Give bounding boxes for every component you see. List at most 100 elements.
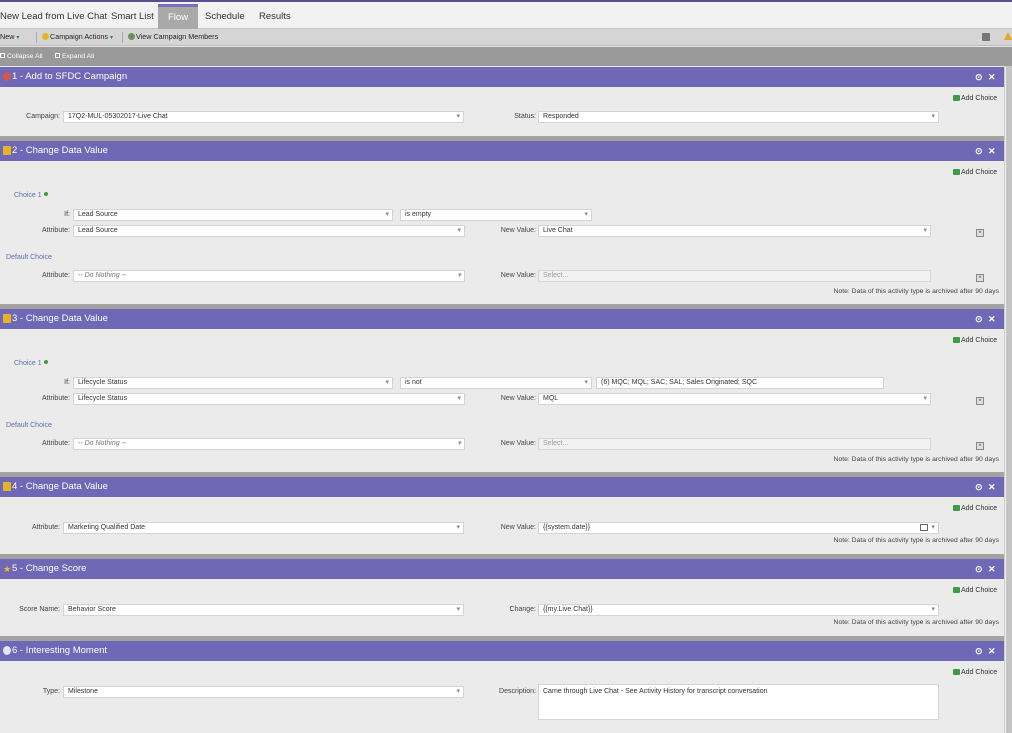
new-button[interactable]: New ▾ [0,29,19,46]
attribute-label: Attribute: [41,440,70,447]
default-choice-label: Default Choice [6,422,52,429]
new-value-label: New Value: [500,227,536,234]
archive-note: Note: Data of this activity type is arch… [833,288,999,295]
step-3-title: 3 - Change Data Value [12,313,108,324]
close-icon[interactable]: ✕ [988,141,996,161]
archive-note: Note: Data of this activity type is arch… [833,619,999,626]
vertical-scrollbar[interactable] [1004,66,1012,733]
default-new-value-input[interactable]: Select... [538,270,931,282]
if-operator-select[interactable]: is empty [400,209,592,221]
step-5-body: Add Choice Score Name: Behavior Score Ch… [0,579,1004,636]
add-choice-button[interactable]: Add Choice [953,169,997,176]
score-name-select[interactable]: Behavior Score [63,604,464,616]
delete-choice-icon[interactable]: × [976,274,984,282]
lightbulb-icon [42,33,49,40]
collapse-all-label: Collapse All [7,53,43,60]
new-value-select[interactable]: Live Chat [538,225,931,237]
choice-dot-icon [43,360,48,364]
new-value-select[interactable]: MQL [538,393,931,405]
collapse-step-icon[interactable]: ⊙ [975,559,983,579]
tab-schedule[interactable]: Schedule [205,4,245,30]
expand-all-label: Expand All [62,53,95,60]
collapse-step-icon[interactable]: ⊙ [975,67,983,87]
change-label: Change: [509,606,536,613]
change-select[interactable]: {{my.Live Chat}} [538,604,939,616]
attribute-select[interactable]: Lead Source [73,225,465,237]
default-new-value-input[interactable]: Select... [538,438,931,450]
chevron-down-icon: ▾ [109,35,113,41]
step-6-header[interactable]: 6 - Interesting Moment ⊙ ✕ [0,641,1004,661]
add-choice-icon [953,169,960,175]
edit-icon [3,146,11,155]
if-value-input[interactable]: (6) MQC; MQL; SAC; SAL; Sales Originated… [596,377,884,389]
add-choice-icon [953,669,960,675]
add-choice-button[interactable]: Add Choice [953,505,997,512]
attribute-select[interactable]: Marketing Qualified Date [63,522,464,534]
scrollbar-thumb[interactable] [1006,66,1012,733]
close-icon[interactable]: ✕ [988,309,996,329]
warning-icon[interactable] [1004,32,1012,40]
status-select[interactable]: Responded [538,111,939,123]
attribute-select[interactable]: Lifecycle Status [73,393,465,405]
add-choice-label: Add Choice [961,95,998,102]
view-campaign-members-button[interactable]: View Campaign Members [128,29,218,46]
collapse-step-icon[interactable]: ⊙ [975,141,983,161]
add-choice-label: Add Choice [961,587,998,594]
if-field-select[interactable]: Lifecycle Status [73,377,393,389]
campaign-actions-button[interactable]: Campaign Actions ▾ [42,29,113,46]
default-attribute-select[interactable]: -- Do Nothing -- [73,438,465,450]
default-attribute-select[interactable]: -- Do Nothing -- [73,270,465,282]
delete-choice-icon[interactable]: × [976,442,984,450]
collapse-all-button[interactable]: Collapse All [0,47,43,66]
step-2-title: 2 - Change Data Value [12,145,108,156]
step-3-header[interactable]: 3 - Change Data Value ⊙ ✕ [0,309,1004,329]
add-choice-button[interactable]: Add Choice [953,669,997,676]
close-icon[interactable]: ✕ [988,641,996,661]
step-5-header[interactable]: ★ 5 - Change Score ⊙ ✕ [0,559,1004,579]
calendar-icon[interactable] [920,524,928,531]
delete-choice-icon[interactable]: × [976,229,984,237]
choice-1-label: Choice 1 [14,192,48,199]
expand-all-button[interactable]: Expand All [55,47,94,66]
speech-bubble-icon [3,646,11,655]
step-1-header[interactable]: 1 - Add to SFDC Campaign ⊙ ✕ [0,67,1004,87]
expand-icon [55,53,60,58]
step-4-header[interactable]: 4 - Change Data Value ⊙ ✕ [0,477,1004,497]
step-4-body: Add Choice Attribute: Marketing Qualifie… [0,497,1004,554]
delete-choice-icon[interactable]: × [976,397,984,405]
archive-note: Note: Data of this activity type is arch… [833,537,999,544]
tab-flow[interactable]: Flow [158,4,199,30]
close-icon[interactable]: ✕ [988,477,996,497]
add-choice-button[interactable]: Add Choice [953,95,997,102]
attribute-label: Attribute: [31,524,60,531]
add-choice-button[interactable]: Add Choice [953,337,997,344]
type-select[interactable]: Milestone [63,686,464,698]
description-textarea[interactable]: Came through Live Chat - See Activity Hi… [538,684,939,720]
close-icon[interactable]: ✕ [988,559,996,579]
default-choice-label: Default Choice [6,254,52,261]
print-icon[interactable] [982,33,990,41]
close-icon[interactable]: ✕ [988,67,996,87]
collapse-step-icon[interactable]: ⊙ [975,477,983,497]
step-2-header[interactable]: 2 - Change Data Value ⊙ ✕ [0,141,1004,161]
attribute-label: Attribute: [41,395,70,402]
if-field-select[interactable]: Lead Source [73,209,393,221]
new-label: New [0,32,15,41]
attribute-label: Attribute: [41,272,70,279]
add-choice-icon [953,587,960,593]
if-operator-select[interactable]: is not [400,377,592,389]
new-value-label: New Value: [500,524,536,531]
add-choice-icon [953,95,960,101]
new-value-input[interactable]: {{system.date}} [538,522,939,534]
add-choice-label: Add Choice [961,337,998,344]
tab-campaign-name[interactable]: New Lead from Live Chat [0,4,107,30]
add-choice-button[interactable]: Add Choice [953,587,997,594]
tab-results[interactable]: Results [259,4,291,30]
tab-smart-list[interactable]: Smart List [111,4,154,30]
attribute-label: Attribute: [41,227,70,234]
collapse-step-icon[interactable]: ⊙ [975,641,983,661]
add-choice-label: Add Choice [961,169,998,176]
description-label: Description: [499,688,536,695]
collapse-step-icon[interactable]: ⊙ [975,309,983,329]
campaign-select[interactable]: 17Q2-MUL-05302017-Live Chat [63,111,464,123]
